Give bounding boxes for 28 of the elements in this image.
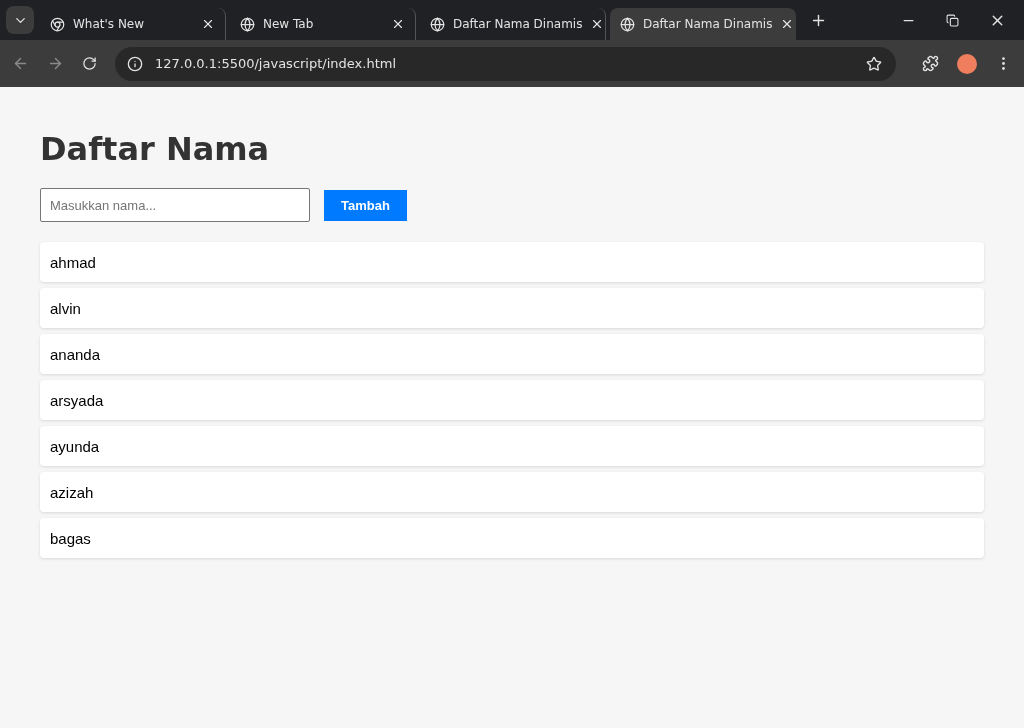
puzzle-icon[interactable] [922,55,939,72]
address-bar[interactable]: 127.0.0.1:5500/javascript/index.html [115,46,896,81]
name-item: alvin [40,288,984,328]
close-icon[interactable] [201,17,215,31]
restore-icon[interactable] [946,11,959,29]
name-item: azizah [40,472,984,512]
add-button[interactable]: Tambah [324,190,407,221]
name-item: ananda [40,334,984,374]
reload-icon[interactable] [82,56,97,71]
globe-icon [620,16,635,32]
name-item: ahmad [40,242,984,282]
globe-icon [430,16,445,32]
avatar-icon[interactable] [957,53,977,74]
name-item: ayunda [40,426,984,466]
star-icon[interactable] [866,55,882,72]
close-icon[interactable] [391,17,405,31]
tab-search-button[interactable] [6,6,34,34]
name-item: bagas [40,518,984,558]
page-heading: Daftar Nama [40,130,271,168]
url-text: 127.0.0.1:5500/javascript/index.html [155,56,398,71]
globe-icon [240,16,255,32]
info-icon[interactable] [127,55,143,72]
back-icon[interactable] [12,55,29,72]
name-item: arsyada [40,380,984,420]
browser-tab[interactable]: Daftar Nama Dinamis [610,8,796,40]
forward-icon[interactable] [47,55,64,72]
name-input[interactable]: Masukkan nama... [40,188,310,222]
browser-logo-icon [50,16,65,32]
